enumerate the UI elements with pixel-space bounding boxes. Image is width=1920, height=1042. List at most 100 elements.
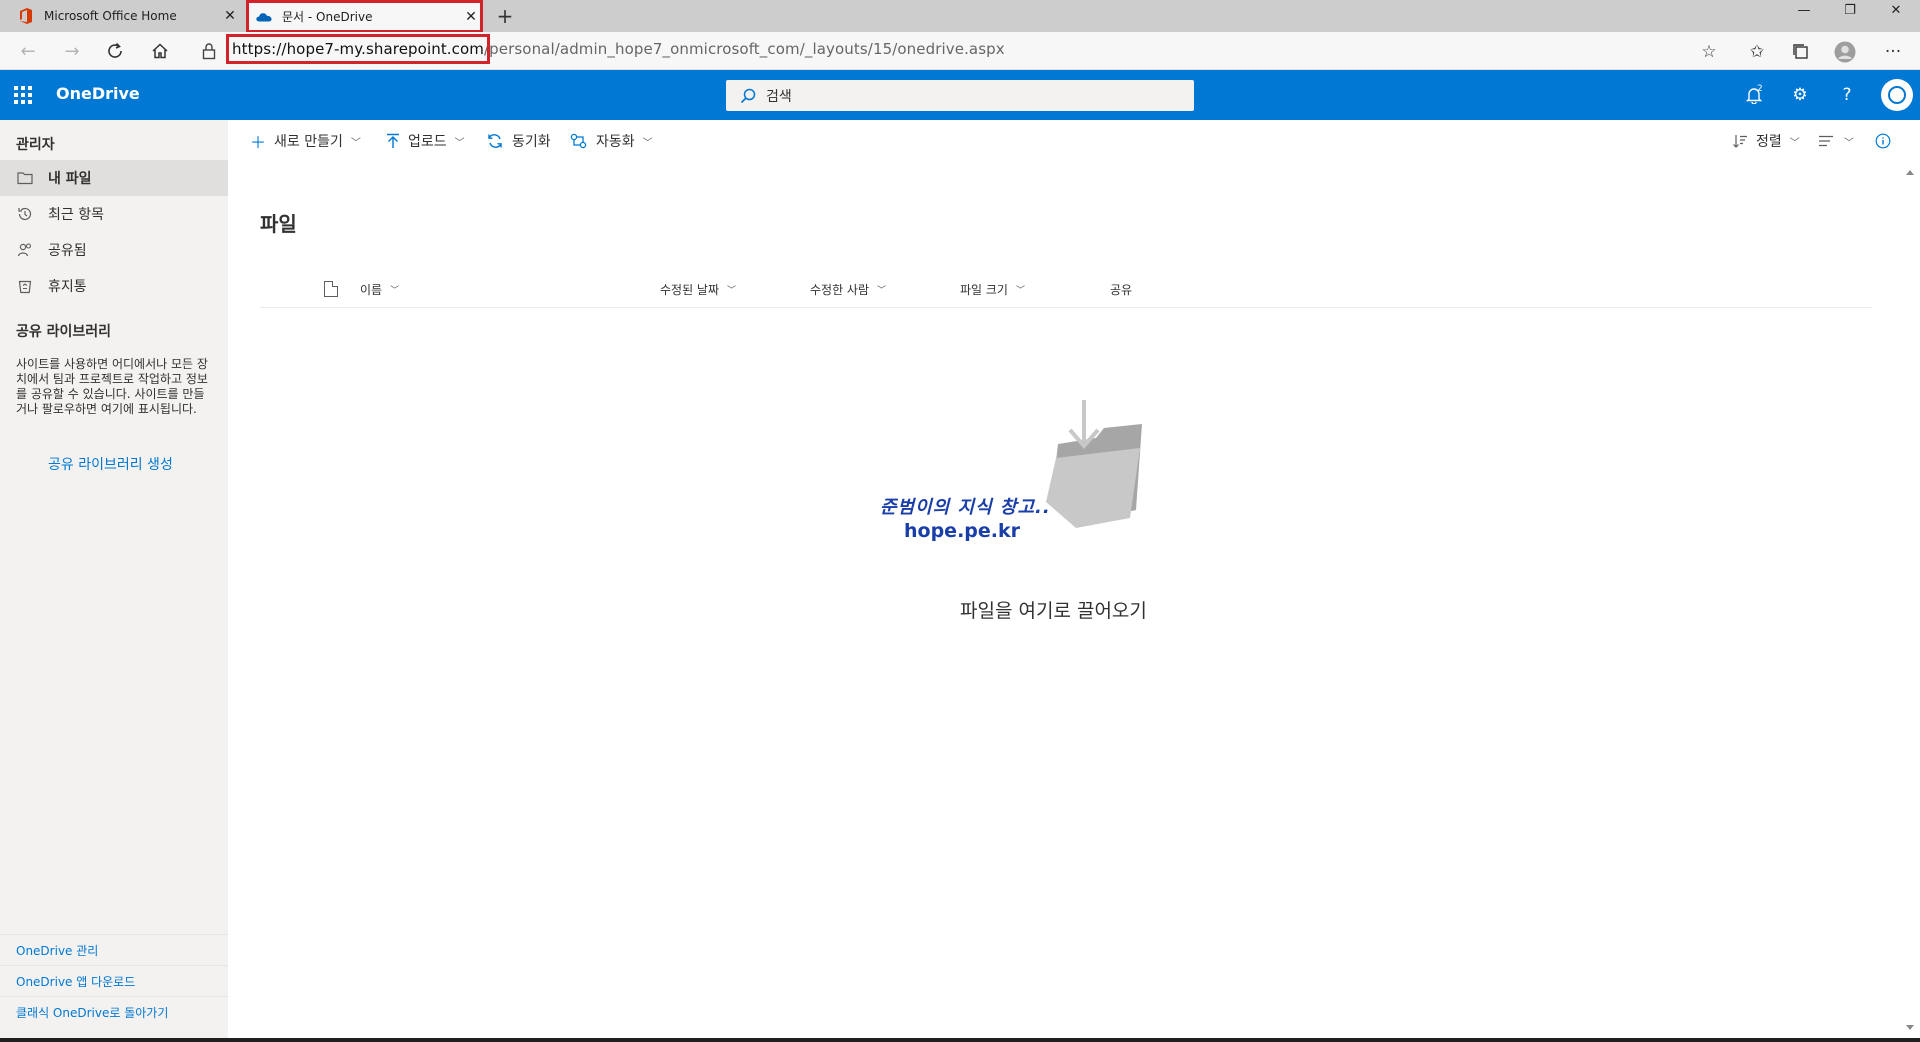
automate-button-label: 자동화: [596, 134, 635, 150]
sync-button[interactable]: 동기화: [486, 129, 551, 153]
chevron-down-icon: ﹀: [1789, 137, 1800, 149]
onedrive-cloud-icon: [256, 9, 272, 25]
upload-button-label: 업로드: [408, 134, 447, 150]
empty-state-message: 파일을 여기로 끌어오기: [960, 600, 1147, 622]
column-label: 공유: [1110, 282, 1133, 297]
nav-item-label: 휴지통: [48, 279, 87, 295]
column-label: 수정된 날짜: [660, 282, 720, 297]
command-bar: ＋ 새로 만들기 ﹀ 업로드 ﹀ 동기화 자동화 ﹀ 정렬 ﹀ ﹀: [228, 120, 1920, 162]
recycle-bin-icon: [16, 277, 34, 295]
automate-flow-icon: [570, 133, 588, 149]
chevron-down-icon: ﹀: [1844, 137, 1854, 149]
history-icon: [16, 205, 34, 223]
column-modified-by[interactable]: 수정한 사람 ﹀: [810, 270, 886, 308]
watermark-url: hope.pe.kr: [904, 520, 1020, 542]
restore-icon[interactable]: ❐: [1827, 0, 1873, 24]
nav-item-label: 공유됨: [48, 243, 87, 259]
info-icon: [1875, 133, 1891, 149]
shared-libraries-heading: 공유 라이브러리: [16, 324, 112, 340]
plus-icon: ＋: [250, 133, 267, 152]
nav-item-recycle-bin[interactable]: 휴지통: [0, 268, 228, 304]
tab-office-home[interactable]: Microsoft Office Home ✕: [10, 0, 242, 32]
classic-onedrive-link[interactable]: 클래식 OneDrive로 돌아가기: [0, 996, 228, 1027]
tab-title: Microsoft Office Home: [44, 9, 177, 23]
favorites-list-icon[interactable]: ✩: [1744, 39, 1770, 65]
minimize-icon[interactable]: —: [1781, 0, 1827, 24]
file-list-header: 이름 ﹀ 수정된 날짜 ﹀ 수정한 사람 ﹀ 파일 크기 ﹀ 공유: [260, 270, 1872, 308]
tab-close-icon[interactable]: ✕: [218, 8, 242, 24]
onedrive-admin-link[interactable]: OneDrive 관리: [0, 934, 228, 965]
search-placeholder: 검색: [766, 88, 792, 105]
tab-title: 문서 - OneDrive: [282, 10, 373, 24]
column-name[interactable]: 이름 ﹀: [360, 270, 399, 308]
page-title: 파일: [260, 212, 297, 236]
automate-button[interactable]: 자동화 ﹀: [570, 129, 653, 153]
nav-item-label: 내 파일: [48, 171, 92, 187]
chevron-down-icon: ﹀: [1015, 285, 1025, 296]
notifications-bell-icon[interactable]: 2: [1740, 81, 1768, 109]
nav-item-my-files[interactable]: 내 파일: [0, 160, 228, 196]
url-path: /personal/admin_hope7_onmicrosoft_com/_l…: [484, 40, 1005, 58]
column-file-size[interactable]: 파일 크기 ﹀: [960, 270, 1025, 308]
close-window-icon[interactable]: ✕: [1873, 0, 1919, 24]
nav-item-shared[interactable]: 공유됨: [0, 232, 228, 268]
favorite-star-icon[interactable]: ☆: [1696, 39, 1722, 65]
sort-button-label: 정렬: [1756, 134, 1782, 150]
create-shared-library-link[interactable]: 공유 라이브러리 생성: [48, 454, 173, 474]
new-button-label: 새로 만들기: [274, 134, 343, 150]
forward-icon[interactable]: →: [58, 37, 86, 65]
account-avatar[interactable]: [1881, 79, 1913, 111]
shared-libraries-description: 사이트를 사용하면 어디에서나 모든 장치에서 팀과 프로젝트로 작업하고 정보…: [16, 357, 208, 416]
more-options-icon[interactable]: ···: [1880, 39, 1906, 65]
url-host: https://hope7-my.sharepoint.com: [225, 34, 491, 64]
app-launcher-icon[interactable]: [14, 86, 32, 104]
address-bar: ← → https://hope7-my.sharepoint.com/pers…: [0, 32, 1920, 70]
app-brand[interactable]: OneDrive: [56, 84, 140, 103]
main-content: 파일 이름 ﹀ 수정된 날짜 ﹀ 수정한 사람 ﹀ 파일 크기 ﹀ 공유 준범이의 지식…: [228, 162, 1900, 1042]
help-icon[interactable]: ?: [1833, 81, 1861, 109]
nav-item-recent[interactable]: 최근 항목: [0, 196, 228, 232]
column-sharing[interactable]: 공유: [1110, 270, 1132, 308]
upload-button[interactable]: 업로드 ﹀: [386, 129, 465, 153]
scroll-down-icon[interactable]: [1906, 1025, 1914, 1030]
tab-close-icon[interactable]: ✕: [459, 9, 483, 25]
search-box[interactable]: 검색: [726, 80, 1194, 111]
chevron-down-icon: ﹀: [727, 285, 737, 296]
new-button[interactable]: ＋ 새로 만들기 ﹀: [250, 129, 361, 153]
sort-button[interactable]: 정렬 ﹀: [1732, 129, 1800, 153]
scroll-up-icon[interactable]: [1906, 170, 1914, 175]
column-modified[interactable]: 수정된 날짜 ﹀: [660, 270, 736, 308]
tab-onedrive[interactable]: 문서 - OneDrive ✕: [246, 0, 483, 33]
file-type-icon: [324, 281, 338, 297]
window-bottom-edge: [0, 1038, 1920, 1042]
upload-arrow-icon: [386, 133, 400, 149]
sync-button-label: 동기화: [512, 134, 551, 150]
sync-icon: [486, 133, 504, 149]
collections-icon[interactable]: [1788, 39, 1814, 65]
nav-item-label: 최근 항목: [48, 207, 104, 223]
chevron-down-icon: ﹀: [390, 285, 400, 296]
chevron-down-icon: ﹀: [877, 285, 887, 296]
lock-icon[interactable]: [202, 42, 218, 60]
back-icon[interactable]: ←: [14, 37, 42, 65]
info-pane-button[interactable]: [1875, 129, 1899, 153]
column-label: 파일 크기: [960, 282, 1008, 297]
url-field[interactable]: https://hope7-my.sharepoint.com/personal…: [225, 34, 1005, 64]
sort-icon: [1732, 133, 1748, 149]
settings-gear-icon[interactable]: ⚙: [1786, 81, 1814, 109]
column-label: 수정한 사람: [810, 282, 870, 297]
folder-icon: [16, 169, 34, 187]
new-tab-button[interactable]: +: [492, 3, 518, 29]
column-label: 이름: [360, 282, 383, 297]
vertical-scrollbar[interactable]: [1900, 162, 1920, 1042]
user-name: 관리자: [16, 137, 55, 153]
list-view-icon: [1818, 134, 1834, 148]
view-options-button[interactable]: ﹀: [1818, 129, 1854, 153]
left-nav: 관리자 내 파일 최근 항목 공유됨 휴지통 공유 라이브러리 사이트를 사용하…: [0, 120, 228, 1042]
chevron-down-icon: ﹀: [642, 137, 653, 149]
home-icon[interactable]: [146, 37, 174, 65]
profile-avatar-icon[interactable]: [1832, 39, 1858, 65]
refresh-icon[interactable]: [101, 37, 129, 65]
download-app-link[interactable]: OneDrive 앱 다운로드: [0, 965, 228, 996]
watermark-text: 준범이의 지식 창고..: [880, 497, 1051, 518]
